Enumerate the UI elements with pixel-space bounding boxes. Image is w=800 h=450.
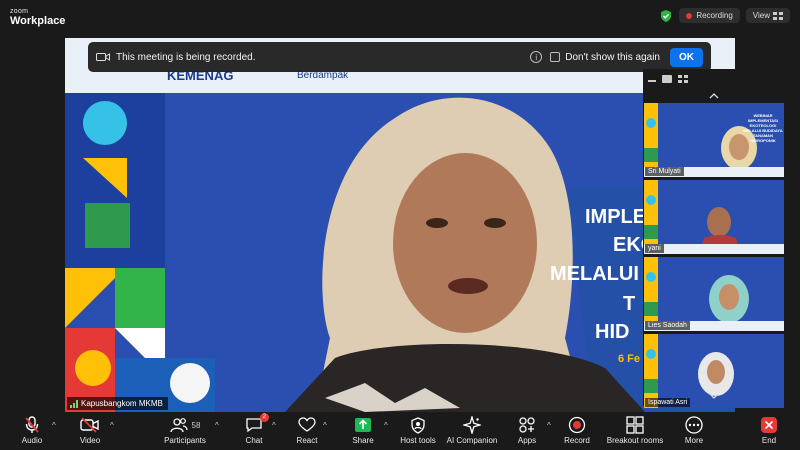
participants-label: Participants <box>164 436 206 445</box>
ai-sparkle-icon <box>463 416 481 434</box>
participant-video-icon <box>644 257 784 331</box>
minimize-strip-icon[interactable] <box>648 80 656 82</box>
gallery-scroll-up[interactable] <box>643 89 785 103</box>
app-brand: zoom Workplace <box>10 8 65 27</box>
share-label: Share <box>352 436 374 445</box>
react-options-caret[interactable]: ^ <box>323 421 327 430</box>
backdrop-date: 6 Fe <box>618 353 641 365</box>
single-view-icon[interactable] <box>662 75 672 83</box>
dont-show-again-label[interactable]: Don't show this again <box>565 52 660 63</box>
audio-level-icon <box>70 399 78 408</box>
record-label: Record <box>564 436 590 445</box>
participant-name: Sri Mulyati <box>645 167 684 176</box>
more-label: More <box>684 436 704 445</box>
view-button[interactable]: View <box>745 8 790 23</box>
chat-unread-badge: 2 <box>259 413 269 422</box>
react-label: React <box>296 436 318 445</box>
close-icon <box>761 417 777 433</box>
thumb-backdrop-text: WEBINAR IMPLEMENTASI EKOTEOLOGI MELALUI … <box>743 113 783 143</box>
video-options-caret[interactable]: ^ <box>110 421 114 430</box>
apps-label: Apps <box>517 436 537 445</box>
end-meeting-button[interactable]: End <box>734 415 800 445</box>
participants-count: 58 <box>191 420 201 430</box>
speaker-name-tag: Kapusbangkom MKMB <box>67 397 168 410</box>
participant-video-icon <box>644 180 784 254</box>
participant-name: yani <box>645 244 664 253</box>
chat-label: Chat <box>245 436 263 445</box>
share-screen-icon <box>355 418 371 432</box>
meeting-toolbar: Audio ^ Video ^ 58 Participants ^ 2 Chat… <box>0 412 800 450</box>
brand-workplace: Workplace <box>10 15 66 27</box>
gallery-scroll-down[interactable] <box>643 389 785 403</box>
breakout-rooms-label: Breakout rooms <box>606 436 664 445</box>
participant-tile[interactable]: Lies Saodah <box>644 257 784 331</box>
video-off-icon <box>80 417 99 433</box>
main-speaker-video[interactable]: Kapusbangkom MKMB KEMENAG Berdampak IMPL… <box>65 38 735 412</box>
backdrop-title-5: HID <box>595 321 630 343</box>
more-dots-icon <box>685 416 703 434</box>
gallery-strip: Sri Mulyati yani Lies Saodah Ispawati As… <box>643 69 785 408</box>
gallery-grid-icon[interactable] <box>678 75 688 83</box>
participant-name: Lies Saodah <box>645 321 690 330</box>
recording-camera-icon <box>96 53 110 61</box>
more-button[interactable]: More <box>659 415 729 445</box>
apps-icon <box>519 417 535 433</box>
ai-companion-label: AI Companion <box>446 436 498 445</box>
speaker-name: Kapusbangkom MKMB <box>81 399 163 408</box>
backdrop-title-4: T <box>623 293 636 315</box>
brand-zoom: zoom <box>10 8 29 15</box>
participants-button[interactable]: 58 Participants <box>150 415 220 445</box>
recording-notice-banner: This meeting is being recorded. i Don't … <box>88 42 711 72</box>
chevron-up-icon <box>709 93 719 99</box>
title-bar: zoom Workplace Recording View <box>0 0 800 32</box>
host-shield-icon <box>411 416 425 434</box>
end-label: End <box>761 436 777 445</box>
microphone-muted-icon <box>25 416 39 433</box>
chevron-down-icon <box>709 393 719 399</box>
ok-button[interactable]: OK <box>670 47 703 67</box>
record-icon <box>568 416 586 434</box>
breakout-rooms-icon <box>626 416 644 434</box>
thumb-hidroponik: HIDROPONIK <box>750 138 776 143</box>
recording-notice-text: This meeting is being recorded. <box>116 51 256 63</box>
info-icon[interactable]: i <box>530 51 543 63</box>
shield-icon[interactable] <box>659 9 673 23</box>
host-tools-label: Host tools <box>400 436 436 445</box>
backdrop-title-1: IMPLE <box>585 206 647 228</box>
video-label: Video <box>79 436 101 445</box>
participant-tile[interactable]: yani <box>644 180 784 254</box>
audio-label: Audio <box>21 436 43 445</box>
recording-dot-icon <box>686 12 693 19</box>
view-grid-icon <box>773 11 783 20</box>
recording-indicator[interactable]: Recording <box>679 8 740 23</box>
recording-label: Recording <box>696 11 733 20</box>
video-button[interactable]: Video <box>55 415 125 445</box>
participants-icon <box>169 418 188 433</box>
heart-icon <box>298 417 316 432</box>
gallery-view-controls <box>643 69 785 89</box>
dont-show-again-checkbox[interactable] <box>550 52 561 62</box>
view-label: View <box>752 11 770 20</box>
